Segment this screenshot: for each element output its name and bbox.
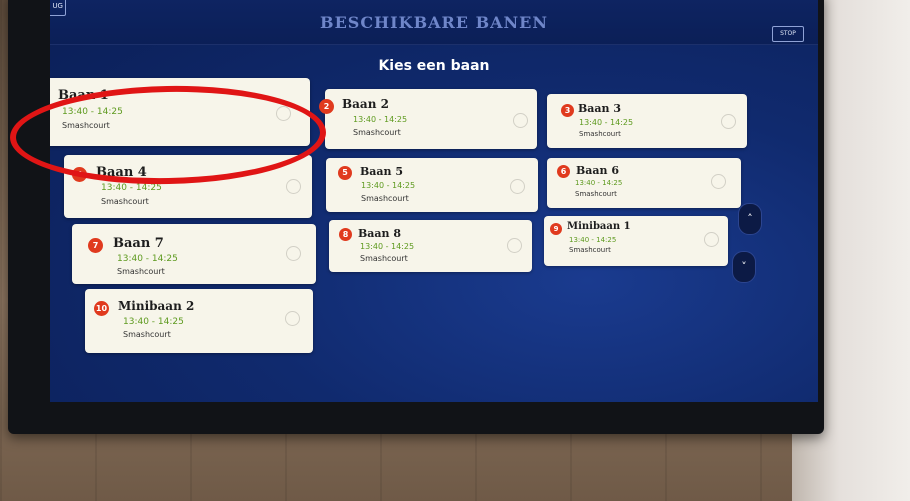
select-radio[interactable] [513, 113, 528, 128]
court-card-3[interactable]: 3 Baan 3 13:40 - 14:25 Smashcourt [547, 94, 747, 148]
court-type: Smashcourt [123, 330, 171, 339]
court-number-badge: 10 [94, 301, 109, 316]
court-number-badge: 9 [550, 223, 562, 235]
court-card-2[interactable]: 2 Baan 2 13:40 - 14:25 Smashcourt [319, 89, 537, 149]
court-number-badge: 6 [557, 165, 570, 178]
court-number-badge: 8 [339, 228, 352, 241]
select-radio[interactable] [510, 179, 525, 194]
court-name: Baan 2 [342, 97, 389, 111]
court-type: Smashcourt [101, 197, 149, 206]
court-time: 13:40 - 14:25 [579, 118, 634, 127]
monitor-frame: UG BESCHIKBARE BANEN STOP Kies een baan … [8, 0, 824, 434]
court-name: Baan 7 [113, 236, 164, 251]
court-type: Smashcourt [579, 130, 621, 138]
select-radio[interactable] [711, 174, 726, 189]
court-card-5[interactable]: 5 Baan 5 13:40 - 14:25 Smashcourt [326, 158, 538, 212]
court-card-8[interactable]: 8 Baan 8 13:40 - 14:25 Smashcourt [329, 220, 532, 272]
scroll-up-button[interactable]: ˄ [738, 203, 762, 235]
court-card-9[interactable]: 9 Minibaan 1 13:40 - 14:25 Smashcourt [544, 216, 728, 266]
select-radio[interactable] [286, 179, 301, 194]
stop-button[interactable]: STOP [772, 26, 804, 42]
court-type: Smashcourt [575, 190, 617, 198]
court-number-badge: 2 [319, 99, 334, 114]
court-name: Minibaan 1 [567, 221, 631, 232]
court-card-7[interactable]: 7 Baan 7 13:40 - 14:25 Smashcourt [72, 224, 316, 284]
court-number-badge: 5 [338, 166, 352, 180]
chevron-down-icon: ˅ [741, 260, 747, 273]
court-name: Baan 3 [578, 102, 622, 115]
select-radio[interactable] [507, 238, 522, 253]
court-card-10[interactable]: 10 Minibaan 2 13:40 - 14:25 Smashcourt [85, 289, 313, 353]
chevron-up-icon: ˄ [747, 212, 753, 225]
select-radio[interactable] [704, 232, 719, 247]
court-time: 13:40 - 14:25 [123, 317, 184, 327]
court-time: 13:40 - 14:25 [569, 236, 617, 244]
scroll-down-button[interactable]: ˅ [732, 251, 756, 283]
select-radio[interactable] [721, 114, 736, 129]
page-subtitle: Kies een baan [378, 58, 490, 74]
court-time: 13:40 - 14:25 [575, 179, 623, 187]
court-time: 13:40 - 14:25 [360, 242, 415, 251]
select-radio[interactable] [285, 311, 300, 326]
court-number-badge: 3 [561, 104, 574, 117]
page-title: BESCHIKBARE BANEN [320, 13, 548, 32]
court-time: 13:40 - 14:25 [117, 254, 178, 264]
court-number-badge: 7 [88, 238, 103, 253]
court-type: Smashcourt [360, 254, 408, 263]
court-time: 13:40 - 14:25 [353, 115, 408, 124]
kiosk-screen: UG BESCHIKBARE BANEN STOP Kies een baan … [50, 0, 818, 402]
court-name: Baan 6 [576, 164, 620, 177]
select-radio[interactable] [286, 246, 301, 261]
court-name: Baan 8 [358, 227, 402, 240]
court-name: Minibaan 2 [118, 299, 195, 313]
court-card-6[interactable]: 6 Baan 6 13:40 - 14:25 Smashcourt [547, 158, 741, 208]
court-time: 13:40 - 14:25 [101, 183, 162, 193]
court-type: Smashcourt [353, 128, 401, 137]
court-type: Smashcourt [117, 267, 165, 276]
court-type: Smashcourt [569, 246, 611, 254]
court-time: 13:40 - 14:25 [361, 181, 416, 190]
court-type: Smashcourt [361, 194, 409, 203]
court-name: Baan 5 [360, 165, 404, 178]
top-bar: UG BESCHIKBARE BANEN STOP [50, 0, 818, 45]
